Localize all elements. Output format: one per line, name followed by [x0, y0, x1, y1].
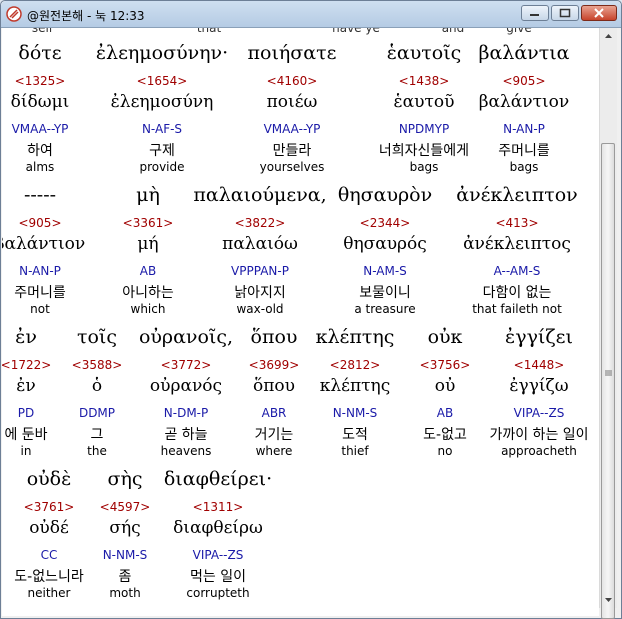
greek-word: ἀνέκλειπτον	[456, 184, 578, 206]
app-icon	[6, 6, 22, 22]
greek-word: ἐγγίζει	[505, 326, 573, 348]
english-gloss: yourselves	[259, 160, 325, 174]
minimize-button[interactable]	[521, 5, 549, 21]
title-bar[interactable]: @원전본해 - 눅 12:33	[1, 1, 621, 28]
english-gloss: approacheth	[501, 444, 577, 458]
english-gloss: that faileth not	[472, 302, 562, 316]
strong-number[interactable]: <1448>	[464, 358, 599, 372]
korean-gloss: 보물이니	[359, 285, 411, 301]
strong-number[interactable]: <2344>	[310, 216, 460, 230]
strong-number[interactable]: <1311>	[143, 500, 293, 514]
partial-gloss: that	[196, 28, 222, 35]
partial-gloss: have ye	[332, 28, 380, 35]
partial-gloss: sell	[31, 28, 53, 35]
greek-word: ἐλεημοσύνην·	[95, 42, 229, 64]
close-icon	[594, 8, 604, 18]
lemma: ποιέω	[266, 92, 318, 112]
parsing-code: N-AF-S	[141, 122, 183, 136]
english-gloss: provide	[139, 160, 185, 174]
strong-number[interactable]: <905>	[449, 74, 599, 88]
lemma: βαλάντιον	[478, 92, 570, 112]
lemma: θησαυρός	[343, 234, 427, 254]
scroll-up-arrow-icon[interactable]	[600, 28, 617, 45]
window-title: @원전본해 - 눅 12:33	[27, 9, 145, 23]
close-button[interactable]	[581, 5, 617, 21]
english-gloss: corrupteth	[186, 586, 250, 600]
korean-gloss: 다함이 없는	[482, 285, 552, 301]
lemma: διαφθείρω	[173, 518, 263, 538]
parsing-code: A--AM-S	[493, 264, 541, 278]
english-gloss: bags	[509, 160, 539, 174]
korean-gloss: 먹는 일이	[190, 569, 246, 585]
korean-gloss: 주머니를	[498, 143, 550, 159]
strong-number[interactable]: <1654>	[87, 74, 237, 88]
scroll-thumb[interactable]	[601, 143, 615, 619]
maximize-button[interactable]	[551, 5, 579, 21]
maximize-icon	[559, 8, 571, 18]
interlinear-view[interactable]: sell that have ye and give δότε <1325> δίδωμι VM…	[2, 28, 599, 616]
app-window: @원전본해 - 눅 12:33 sell that have ye and give δό…	[0, 0, 622, 619]
greek-word: βαλάντια	[478, 42, 570, 64]
strong-number[interactable]: <4160>	[217, 74, 367, 88]
partial-gloss: give	[506, 28, 532, 35]
parsing-code: VMAA--YP	[263, 122, 321, 136]
korean-gloss: 구제	[149, 143, 175, 159]
greek-word: διαφθείρει·	[163, 468, 273, 490]
parsing-code: N-AM-S	[363, 264, 407, 278]
korean-gloss: 만들라	[272, 143, 312, 159]
lemma: ἀνέκλειπτος	[463, 234, 571, 254]
strong-number[interactable]: <413>	[442, 216, 592, 230]
minimize-icon	[530, 14, 539, 16]
lemma: ἐλεημοσύνη	[110, 92, 214, 112]
korean-gloss: 가까이 하는 일이	[489, 427, 589, 443]
parsing-code: VIPA--ZS	[513, 406, 565, 420]
grip-icon	[605, 370, 612, 376]
lemma: ἐγγίζω	[509, 376, 569, 396]
parsing-code: N-AN-P	[503, 122, 545, 136]
parsing-code: VIPA--ZS	[192, 548, 244, 562]
scroll-down-arrow-icon[interactable]	[600, 591, 617, 608]
vertical-scrollbar[interactable]	[599, 28, 617, 619]
english-gloss: a treasure	[354, 302, 416, 316]
greek-word: θησαυρὸν	[337, 184, 433, 206]
greek-word: ποιήσατε	[247, 42, 337, 64]
